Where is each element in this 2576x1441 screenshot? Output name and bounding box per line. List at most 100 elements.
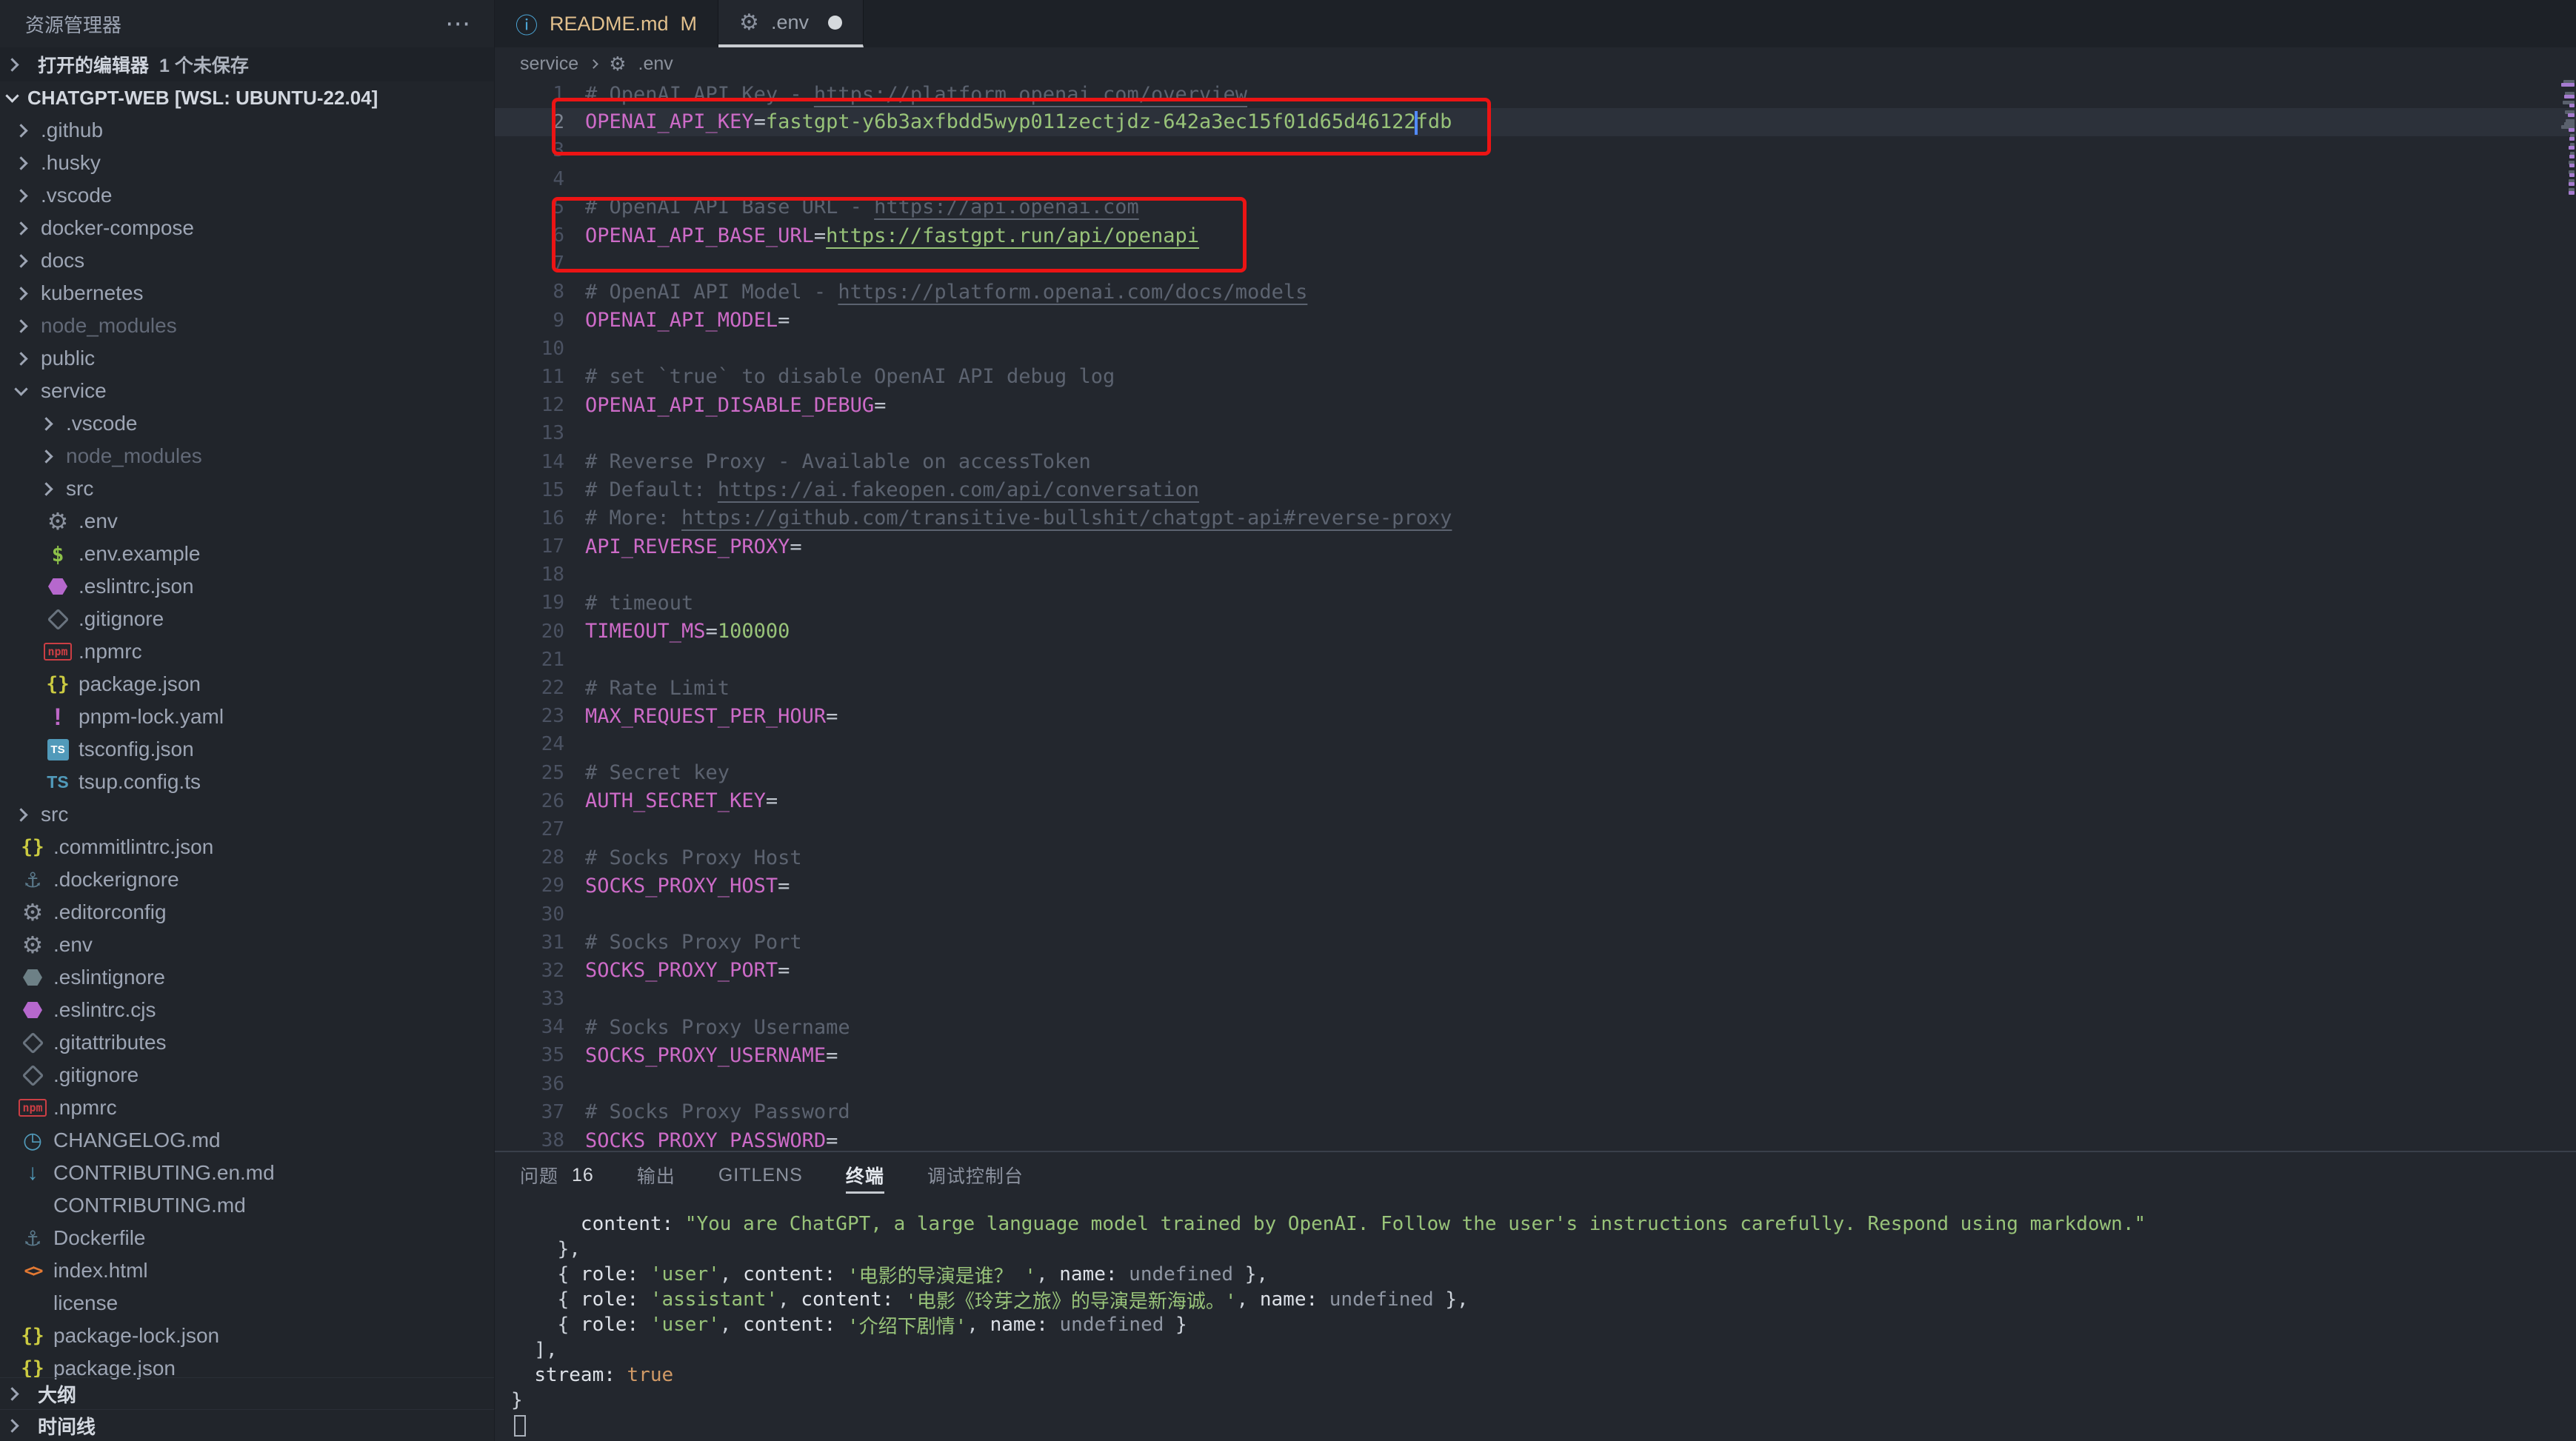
tree-item-node-modules[interactable]: node_modules xyxy=(0,440,494,472)
terminal-output[interactable]: content: "You are ChatGPT, a large langu… xyxy=(495,1198,2576,1438)
tree-item--editorconfig[interactable]: .editorconfig xyxy=(0,896,494,929)
code-line-13[interactable]: 13 xyxy=(495,419,2576,447)
tree-item--eslintrc-json[interactable]: .eslintrc.json xyxy=(0,570,494,603)
outline-section[interactable]: 大纲 xyxy=(0,1377,494,1409)
tree-item-label: src xyxy=(66,477,93,501)
tree-item--husky[interactable]: .husky xyxy=(0,147,494,179)
code-line-27[interactable]: 27 xyxy=(495,815,2576,843)
code-line-24[interactable]: 24 xyxy=(495,730,2576,758)
tree-item-node-modules[interactable]: node_modules xyxy=(0,310,494,342)
code-line-15[interactable]: 15# Default: https://ai.fakeopen.com/api… xyxy=(495,476,2576,504)
tree-item--eslintignore[interactable]: .eslintignore xyxy=(0,961,494,994)
tree-item-docs[interactable]: docs xyxy=(0,244,494,277)
code-line-34[interactable]: 34# Socks Proxy Username xyxy=(495,1013,2576,1041)
tree-item--gitignore[interactable]: .gitignore xyxy=(0,1059,494,1091)
panel-tab-GITLENS[interactable]: GITLENS xyxy=(718,1152,803,1198)
breadcrumb-folder[interactable]: service xyxy=(520,53,578,75)
tab-readme[interactable]: README.md M xyxy=(495,0,718,47)
tree-item-kubernetes[interactable]: kubernetes xyxy=(0,277,494,310)
tree-item--vscode[interactable]: .vscode xyxy=(0,179,494,212)
tree-item-pnpm-lock-yaml[interactable]: pnpm-lock.yaml xyxy=(0,701,494,733)
code-line-11[interactable]: 11# set `true` to disable OpenAI API deb… xyxy=(495,363,2576,391)
tree-item--eslintrc-cjs[interactable]: .eslintrc.cjs xyxy=(0,994,494,1026)
tree-item-package-lock-json[interactable]: package-lock.json xyxy=(0,1320,494,1352)
tree-item-index-html[interactable]: index.html xyxy=(0,1254,494,1287)
tree-item--env[interactable]: .env xyxy=(0,929,494,961)
git-icon xyxy=(16,1029,49,1056)
code-line-33[interactable]: 33 xyxy=(495,985,2576,1013)
code-line-30[interactable]: 30 xyxy=(495,900,2576,928)
panel-tab-调试控制台[interactable]: 调试控制台 xyxy=(927,1152,1024,1198)
code-line-26[interactable]: 26AUTH_SECRET_KEY= xyxy=(495,787,2576,815)
code-line-23[interactable]: 23MAX_REQUEST_PER_HOUR= xyxy=(495,702,2576,730)
more-actions-icon[interactable]: ⋯ xyxy=(445,9,472,39)
tree-item-CONTRIBUTING-md[interactable]: CONTRIBUTING.md xyxy=(0,1189,494,1222)
code-line-25[interactable]: 25# Secret key xyxy=(495,759,2576,787)
tree-item-package-json[interactable]: package.json xyxy=(0,668,494,701)
tree-item--gitignore[interactable]: .gitignore xyxy=(0,603,494,635)
tree-item-license[interactable]: license xyxy=(0,1287,494,1320)
tree-item-label: .env xyxy=(79,509,118,533)
code-line-9[interactable]: 9OPENAI_API_MODEL= xyxy=(495,307,2576,335)
line-number: 14 xyxy=(495,451,564,473)
tree-item--env-example[interactable]: .env.example xyxy=(0,538,494,570)
tree-item-label: CONTRIBUTING.md xyxy=(53,1194,246,1217)
panel-tab-终端[interactable]: 终端 xyxy=(846,1152,884,1198)
tree-item--env[interactable]: .env xyxy=(0,505,494,538)
tree-item--dockerignore[interactable]: .dockerignore xyxy=(0,863,494,896)
tree-item-public[interactable]: public xyxy=(0,342,494,375)
tree-item-docker-compose[interactable]: docker-compose xyxy=(0,212,494,244)
tree-item-CHANGELOG-md[interactable]: CHANGELOG.md xyxy=(0,1124,494,1157)
timeline-section[interactable]: 时间线 xyxy=(0,1409,494,1441)
code-line-36[interactable]: 36 xyxy=(495,1070,2576,1098)
tree-item-CONTRIBUTING-en-md[interactable]: CONTRIBUTING.en.md xyxy=(0,1157,494,1189)
tree-item--commitlintrc-json[interactable]: .commitlintrc.json xyxy=(0,831,494,863)
code-line-38[interactable]: 38SOCKS_PROXY_PASSWORD= xyxy=(495,1126,2576,1151)
tree-item-label: .editorconfig xyxy=(53,900,167,924)
tab-env[interactable]: .env xyxy=(718,0,864,47)
code-line-12[interactable]: 12OPENAI_API_DISABLE_DEBUG= xyxy=(495,391,2576,419)
code-line-20[interactable]: 20TIMEOUT_MS=100000 xyxy=(495,618,2576,646)
tree-item-label: .github xyxy=(41,118,103,142)
tree-item-src[interactable]: src xyxy=(0,472,494,505)
tree-item--github[interactable]: .github xyxy=(0,114,494,147)
gear-icon xyxy=(16,899,49,926)
tree-item-label: docker-compose xyxy=(41,216,194,240)
tree-item-src[interactable]: src xyxy=(0,798,494,831)
code-text: SOCKS_PROXY_PASSWORD= xyxy=(585,1129,838,1151)
code-line-16[interactable]: 16# More: https://github.com/transitive-… xyxy=(495,504,2576,532)
project-root-item[interactable]: CHATGPT-WEB [WSL: UBUNTU-22.04] xyxy=(0,81,494,114)
code-line-10[interactable]: 10 xyxy=(495,335,2576,363)
code-line-4[interactable]: 4 xyxy=(495,165,2576,193)
tree-item-tsup-config-ts[interactable]: tsup.config.ts xyxy=(0,766,494,798)
tree-item--npmrc[interactable]: .npmrc xyxy=(0,635,494,668)
tree-item-tsconfig-json[interactable]: tsconfig.json xyxy=(0,733,494,766)
panel-tab-问题[interactable]: 问题16 xyxy=(520,1152,594,1198)
breadcrumb-file[interactable]: .env xyxy=(638,53,673,75)
open-editors-section[interactable]: 打开的编辑器 1 个未保存 xyxy=(0,47,494,81)
tree-item-Dockerfile[interactable]: Dockerfile xyxy=(0,1222,494,1254)
code-line-21[interactable]: 21 xyxy=(495,646,2576,674)
code-line-17[interactable]: 17API_REVERSE_PROXY= xyxy=(495,532,2576,561)
code-line-32[interactable]: 32SOCKS_PROXY_PORT= xyxy=(495,957,2576,985)
code-line-22[interactable]: 22# Rate Limit xyxy=(495,674,2576,702)
code-line-35[interactable]: 35SOCKS_PROXY_USERNAME= xyxy=(495,1041,2576,1069)
minimap[interactable] xyxy=(2560,80,2576,1151)
code-line-37[interactable]: 37# Socks Proxy Password xyxy=(495,1098,2576,1126)
tree-item--vscode[interactable]: .vscode xyxy=(0,407,494,440)
line-number: 13 xyxy=(495,422,564,444)
code-line-31[interactable]: 31# Socks Proxy Port xyxy=(495,929,2576,957)
code-line-19[interactable]: 19# timeout xyxy=(495,589,2576,617)
code-line-14[interactable]: 14# Reverse Proxy - Available on accessT… xyxy=(495,447,2576,475)
code-line-18[interactable]: 18 xyxy=(495,561,2576,589)
tree-item-service[interactable]: service xyxy=(0,375,494,407)
tree-item--npmrc[interactable]: .npmrc xyxy=(0,1091,494,1124)
tree-item--gitattributes[interactable]: .gitattributes xyxy=(0,1026,494,1059)
code-line-29[interactable]: 29SOCKS_PROXY_HOST= xyxy=(495,872,2576,900)
code-text: SOCKS_PROXY_HOST= xyxy=(585,875,790,897)
code-line-28[interactable]: 28# Socks Proxy Host xyxy=(495,843,2576,872)
panel-tab-输出[interactable]: 输出 xyxy=(637,1152,675,1198)
unsaved-dot-icon[interactable] xyxy=(828,16,842,30)
breadcrumb: service .env xyxy=(495,47,2576,80)
code-line-8[interactable]: 8# OpenAI API Model - https://platform.o… xyxy=(495,278,2576,306)
